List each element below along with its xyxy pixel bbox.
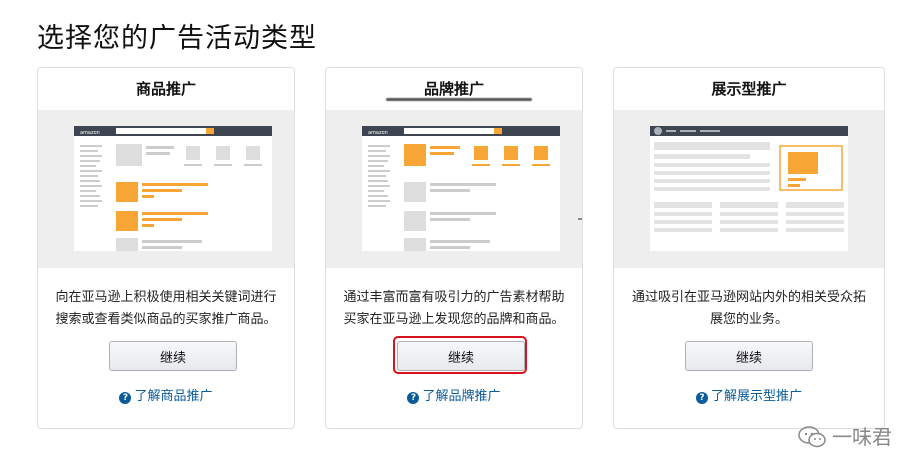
continue-button-sponsored-display[interactable]: 继续 — [685, 341, 813, 371]
decorative-dash — [578, 218, 582, 220]
wechat-icon — [798, 426, 826, 448]
card-description: 通过吸引在亚马逊网站内外的相关受众拓展您的业务。 — [631, 290, 866, 327]
learn-more-link-text[interactable]: 了解品牌推广 — [422, 389, 500, 404]
continue-button-sponsored-products[interactable]: 继续 — [109, 341, 237, 371]
sponsored-brands-illustration: amazon — [326, 110, 582, 268]
sponsored-display-illustration — [614, 110, 884, 268]
sponsored-display-mockup — [650, 126, 848, 251]
learn-more-sponsored-brands[interactable]: ? 了解品牌推广 — [326, 385, 582, 404]
watermark-text: 一味君 — [832, 425, 892, 449]
card-description: 通过丰富而富有吸引力的广告素材帮助买家在亚马逊上发现您的品牌和商品。 — [343, 290, 565, 327]
learn-more-link-text[interactable]: 了解商品推广 — [134, 389, 212, 404]
watermark: 一味君 — [798, 421, 892, 450]
card-sponsored-products: 商品推广 amazon 向在亚马逊上积极使用相关关键词进行搜索或查看类似商品的买… — [37, 67, 295, 429]
help-icon: ? — [407, 392, 420, 404]
amazon-logo: amazon — [80, 130, 100, 136]
header-shadow-bar — [386, 98, 532, 101]
help-icon: ? — [119, 392, 132, 404]
learn-more-link-text[interactable]: 了解展示型推广 — [711, 389, 802, 404]
card-title: 品牌推广 — [326, 68, 582, 110]
sponsored-products-mockup: amazon — [74, 126, 272, 251]
help-icon: ? — [695, 392, 708, 404]
amazon-logo: amazon — [368, 130, 388, 136]
sponsored-products-illustration: amazon — [38, 110, 294, 268]
card-sponsored-display: 展示型推广 通过吸引在亚马逊网站内外的相关受众拓展您的业务。 继续 ? 了解展示型 — [613, 67, 885, 429]
card-title: 商品推广 — [38, 68, 294, 110]
learn-more-sponsored-display[interactable]: ? 了解展示型推广 — [614, 385, 884, 404]
continue-button-sponsored-brands[interactable]: 继续 — [397, 341, 525, 371]
card-title: 展示型推广 — [614, 68, 884, 110]
learn-more-sponsored-products[interactable]: ? 了解商品推广 — [38, 385, 294, 404]
card-description: 向在亚马逊上积极使用相关关键词进行搜索或查看类似商品的买家推广商品。 — [55, 290, 277, 327]
page-title: 选择您的广告活动类型 — [37, 23, 317, 54]
sponsored-brands-mockup: amazon — [362, 126, 560, 251]
card-sponsored-brands: 品牌推广 amazon 通过丰富而富有吸引力的广告素材帮助买家在亚马逊上发现您的… — [325, 67, 583, 429]
